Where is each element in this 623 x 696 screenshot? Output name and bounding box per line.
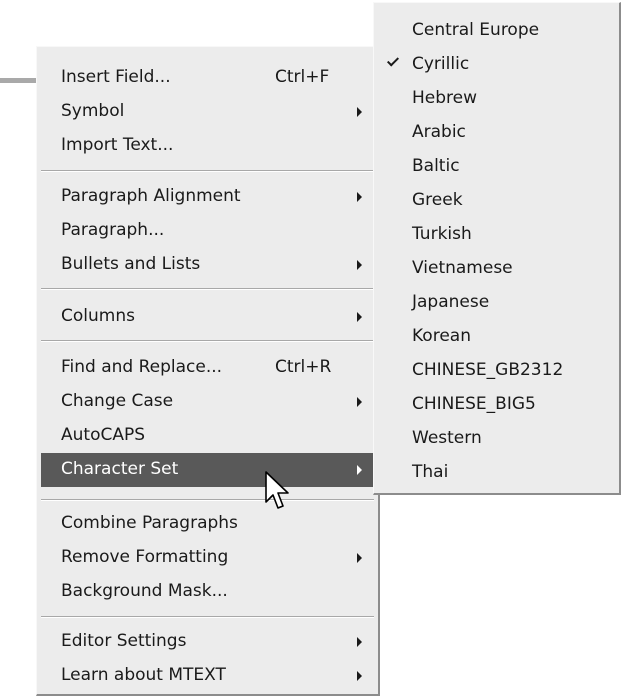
submenu-arrow-icon [357,312,362,322]
menu-item-autocaps[interactable]: AutoCAPS [41,419,374,453]
submenu-item-thai[interactable]: Thai [378,456,615,490]
submenu-item-label: Japanese [412,292,490,312]
submenu-item-baltic[interactable]: Baltic [378,150,615,184]
submenu-item-cyrillic[interactable]: Cyrillic [378,48,615,82]
submenu-item-chinese-gb2312[interactable]: CHINESE_GB2312 [378,354,615,388]
submenu-item-label: Korean [412,326,471,346]
submenu-item-hebrew[interactable]: Hebrew [378,82,615,116]
menu-item-label: Background Mask... [61,581,228,601]
menu-item-insert-field[interactable]: Insert Field... Ctrl+F [41,61,374,95]
menu-separator [41,340,374,342]
menu-separator [41,170,374,172]
menu-item-label: Combine Paragraphs [61,513,238,533]
menu-item-label: Import Text... [61,135,174,155]
submenu-item-label: Western [412,428,482,448]
submenu-arrow-icon [357,107,362,117]
submenu-item-label: Cyrillic [412,54,470,74]
checkmark-icon [386,54,400,67]
menu-item-label: Symbol [61,101,125,121]
menu-item-label: Change Case [61,391,174,411]
menu-item-shortcut: Ctrl+F [275,67,330,87]
menu-item-character-set[interactable]: Character Set [41,453,374,487]
menu-item-shortcut: Ctrl+R [275,357,332,377]
submenu-item-chinese-big5[interactable]: CHINESE_BIG5 [378,388,615,422]
menu-item-label: Learn about MTEXT [61,665,226,685]
menu-separator [41,288,374,290]
submenu-item-label: Hebrew [412,88,478,108]
menu-item-label: Paragraph Alignment [61,186,241,206]
menu-item-change-case[interactable]: Change Case [41,385,374,419]
character-set-submenu: Central Europe Cyrillic Hebrew Arabic Ba… [373,2,621,495]
submenu-item-vietnamese[interactable]: Vietnamese [378,252,615,286]
submenu-item-korean[interactable]: Korean [378,320,615,354]
submenu-item-label: Central Europe [412,20,540,40]
submenu-arrow-icon [357,260,362,270]
mouse-pointer-icon [265,471,289,509]
submenu-arrow-icon [357,192,362,202]
menu-item-remove-formatting[interactable]: Remove Formatting [41,541,374,575]
menu-item-label: Paragraph... [61,220,165,240]
submenu-item-label: Turkish [412,224,472,244]
submenu-item-central-europe[interactable]: Central Europe [378,14,615,48]
submenu-item-label: CHINESE_GB2312 [412,360,564,380]
menu-separator [41,616,374,618]
submenu-item-label: Baltic [412,156,460,176]
menu-item-label: Bullets and Lists [61,254,201,274]
menu-item-symbol[interactable]: Symbol [41,95,374,129]
menu-item-label: Insert Field... [61,67,171,87]
context-menu: Insert Field... Ctrl+F Symbol Import Tex… [36,46,380,696]
menu-item-paragraph-alignment[interactable]: Paragraph Alignment [41,180,374,214]
menu-item-columns[interactable]: Columns [41,300,374,334]
background-window-edge [0,78,36,83]
submenu-item-western[interactable]: Western [378,422,615,456]
submenu-arrow-icon [357,553,362,563]
menu-item-combine-paragraphs[interactable]: Combine Paragraphs [41,507,374,541]
menu-separator [41,499,374,501]
menu-item-bullets-and-lists[interactable]: Bullets and Lists [41,248,374,282]
menu-item-import-text[interactable]: Import Text... [41,129,374,163]
submenu-item-label: CHINESE_BIG5 [412,394,536,414]
menu-item-editor-settings[interactable]: Editor Settings [41,625,374,659]
submenu-item-japanese[interactable]: Japanese [378,286,615,320]
submenu-item-label: Vietnamese [412,258,513,278]
submenu-arrow-icon [357,397,362,407]
submenu-item-arabic[interactable]: Arabic [378,116,615,150]
menu-item-label: Editor Settings [61,631,187,651]
menu-item-learn-about-mtext[interactable]: Learn about MTEXT [41,659,374,693]
submenu-item-label: Thai [412,462,449,482]
submenu-item-label: Greek [412,190,463,210]
menu-item-label: Character Set [61,459,179,479]
submenu-arrow-icon [357,637,362,647]
submenu-arrow-icon [357,671,362,681]
submenu-arrow-icon [357,465,362,475]
submenu-item-greek[interactable]: Greek [378,184,615,218]
menu-item-label: AutoCAPS [61,425,146,445]
menu-item-paragraph[interactable]: Paragraph... [41,214,374,248]
menu-item-background-mask[interactable]: Background Mask... [41,575,374,609]
menu-item-label: Columns [61,306,135,326]
submenu-item-turkish[interactable]: Turkish [378,218,615,252]
menu-item-find-and-replace[interactable]: Find and Replace... Ctrl+R [41,351,374,385]
menu-item-label: Find and Replace... [61,357,223,377]
menu-item-label: Remove Formatting [61,547,229,567]
submenu-item-label: Arabic [412,122,466,142]
